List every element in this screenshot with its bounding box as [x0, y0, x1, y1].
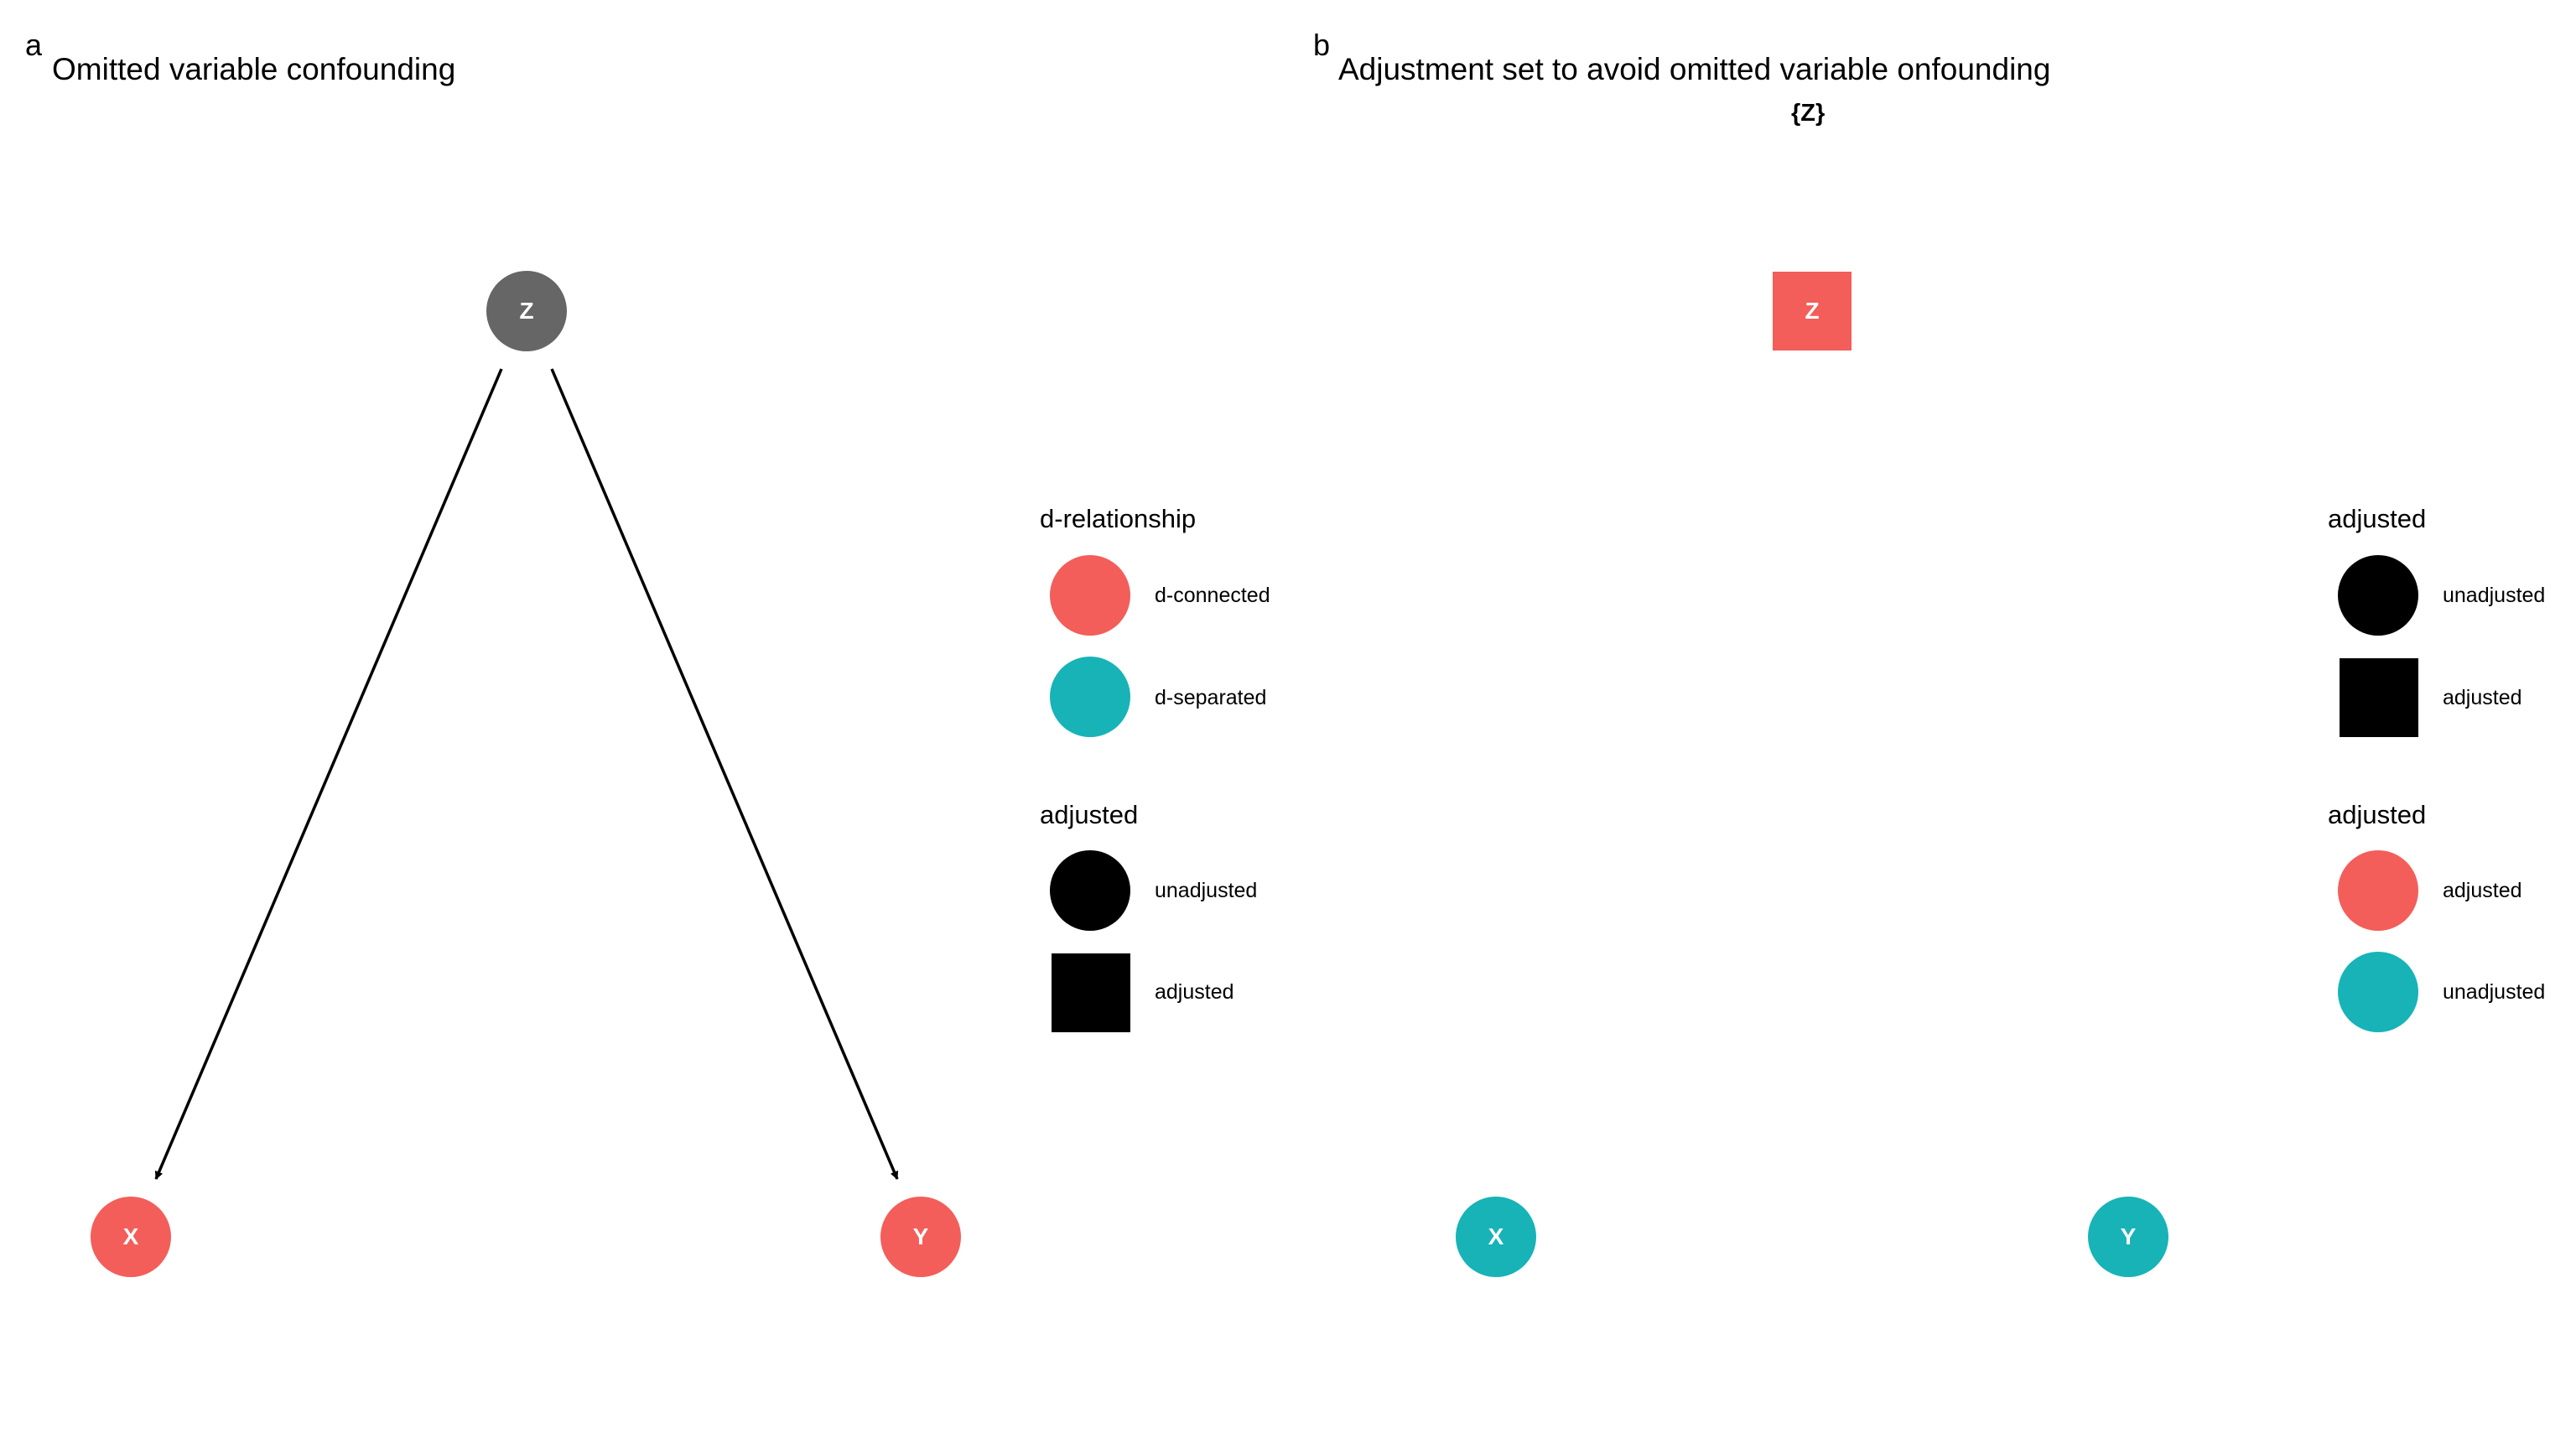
legend-key-d-separated	[1050, 657, 1130, 737]
panel-b-title: Adjustment set to avoid omitted variable…	[1338, 52, 2051, 86]
legend-title: adjusted	[2328, 800, 2427, 829]
legend-label: unadjusted	[2443, 980, 2546, 1004]
legend-title: adjusted	[1040, 800, 1139, 829]
legend-key-unadjusted	[1050, 850, 1130, 931]
legend-label: adjusted	[2443, 686, 2522, 709]
panel-b-subtitle: {Z}	[1791, 100, 1826, 127]
panel-b-letter: b	[1313, 28, 1331, 62]
legend-key-unadjusted	[2338, 952, 2418, 1032]
node-y: Y	[2088, 1197, 2168, 1277]
panel-a-edges	[154, 368, 899, 1180]
node-x: X	[91, 1197, 171, 1277]
legend-label: d-connected	[1155, 584, 1270, 607]
legend-label: unadjusted	[2443, 584, 2546, 607]
legend-key-unadjusted	[2338, 555, 2418, 636]
legend-label: unadjusted	[1155, 879, 1258, 902]
legend-key-adjusted	[1052, 953, 1130, 1032]
legend-label: d-separated	[1155, 686, 1267, 709]
node-x: X	[1456, 1197, 1536, 1277]
legend-label: adjusted	[1155, 980, 1234, 1004]
legend-key-adjusted	[2340, 658, 2418, 737]
legend-title: d-relationship	[1040, 504, 1197, 533]
legend-title: adjusted	[2328, 504, 2427, 533]
legend-key-adjusted	[2338, 850, 2418, 931]
node-z: Z	[1773, 272, 1852, 351]
node-y: Y	[880, 1197, 961, 1277]
legend-label: adjusted	[2443, 879, 2522, 902]
legend-key-d-connected	[1050, 555, 1130, 636]
edge-z-to-x	[154, 368, 503, 1180]
edge-z-to-y	[550, 368, 899, 1180]
node-z: Z	[486, 271, 567, 351]
